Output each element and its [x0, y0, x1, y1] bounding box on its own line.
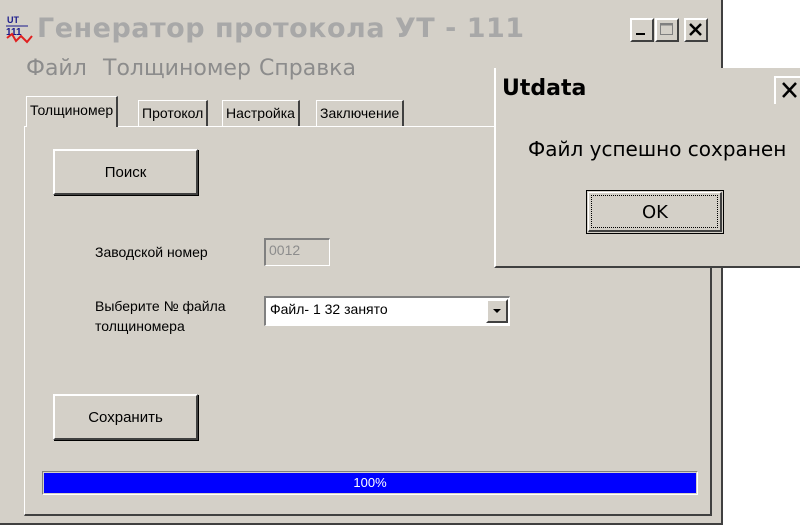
file-select-value: Файл- 1 32 занято	[270, 301, 388, 317]
tab-conclusion[interactable]: Заключение	[316, 100, 405, 126]
file-select-dropdown[interactable]: Файл- 1 32 занято	[264, 296, 510, 326]
serial-number-label: Заводской номер	[95, 244, 208, 260]
tab-protocol[interactable]: Протокол	[138, 100, 209, 126]
dialog-title-bar[interactable]: Utdata	[498, 70, 800, 108]
menu-thickness-gauge[interactable]: Толщиномер	[103, 56, 251, 81]
search-button[interactable]: Поиск	[53, 149, 198, 195]
minimize-button[interactable]	[630, 18, 654, 42]
file-select-label: Выберите № файла	[95, 298, 226, 314]
maximize-button[interactable]	[655, 18, 679, 42]
menu-help[interactable]: Справка	[259, 56, 356, 81]
progress-bar: 100%	[42, 471, 698, 495]
window-title: Генератор протокола УТ - 111	[37, 13, 525, 44]
message-dialog: Utdata Файл успешно сохранен OK	[494, 68, 800, 268]
minimize-icon	[636, 33, 645, 35]
file-select-label-line2: толщиномера	[95, 318, 185, 334]
dialog-title: Utdata	[502, 76, 587, 101]
dialog-close-button[interactable]	[774, 76, 800, 104]
chevron-down-icon	[493, 309, 501, 313]
maximize-icon	[660, 23, 673, 35]
dropdown-button[interactable]	[486, 299, 508, 323]
tab-thickness-gauge[interactable]: Толщиномер	[26, 96, 119, 127]
ok-button-label: OK	[642, 202, 668, 223]
dialog-message: Файл успешно сохранен	[528, 137, 787, 161]
close-button[interactable]	[684, 18, 708, 42]
svg-text:UT: UT	[7, 15, 19, 25]
close-icon	[689, 23, 702, 36]
save-button[interactable]: Сохранить	[53, 394, 198, 440]
serial-number-field[interactable]: 0012	[264, 238, 330, 266]
ok-button[interactable]: OK	[586, 190, 724, 234]
progress-text: 100%	[353, 475, 387, 490]
close-icon	[782, 82, 797, 98]
app-ut111-icon: UT 111	[6, 15, 33, 44]
menu-file[interactable]: Файл	[26, 56, 87, 81]
title-bar[interactable]: UT 111 Генератор протокола УТ - 111	[0, 0, 721, 48]
tab-settings[interactable]: Настройка	[222, 100, 300, 126]
